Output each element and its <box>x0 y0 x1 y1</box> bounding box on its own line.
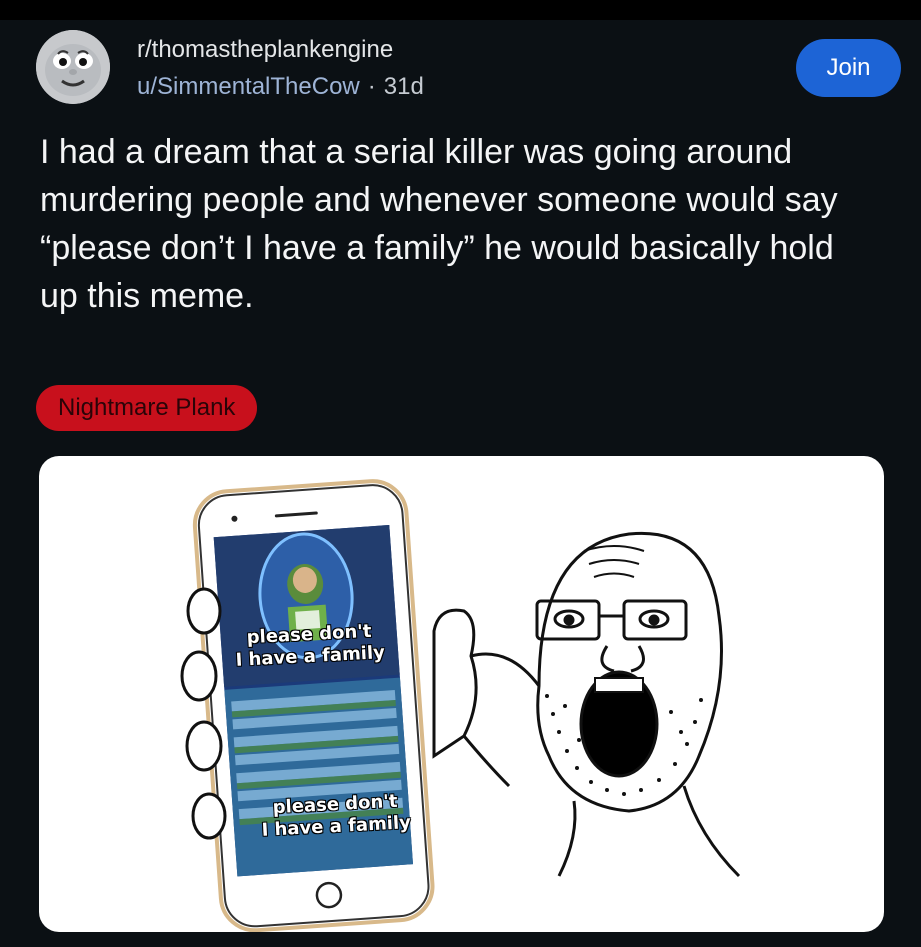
post-meta: u/SimmentalTheCow · 31d <box>137 73 424 101</box>
post-flair[interactable]: Nightmare Plank <box>36 385 258 431</box>
post-age: 31d <box>383 73 424 100</box>
author-link[interactable]: u/SimmentalTheCow <box>137 73 360 100</box>
post-title[interactable]: I had a dream that a serial killer was g… <box>40 128 870 320</box>
join-button[interactable]: Join <box>796 39 901 97</box>
subreddit-name[interactable]: r/thomastheplankengine <box>137 36 393 64</box>
top-status-strip <box>0 0 921 20</box>
subreddit-avatar[interactable] <box>36 30 110 104</box>
meme-illustration <box>180 479 741 932</box>
meta-separator: · <box>367 73 376 100</box>
post-header <box>0 20 921 120</box>
thomas-face-icon <box>36 30 110 104</box>
post-image[interactable]: please don't I have a family please don'… <box>39 456 884 932</box>
meme-top-caption: please don't I have a family <box>234 620 385 672</box>
meme-bottom-caption: please don't I have a family <box>260 790 411 842</box>
